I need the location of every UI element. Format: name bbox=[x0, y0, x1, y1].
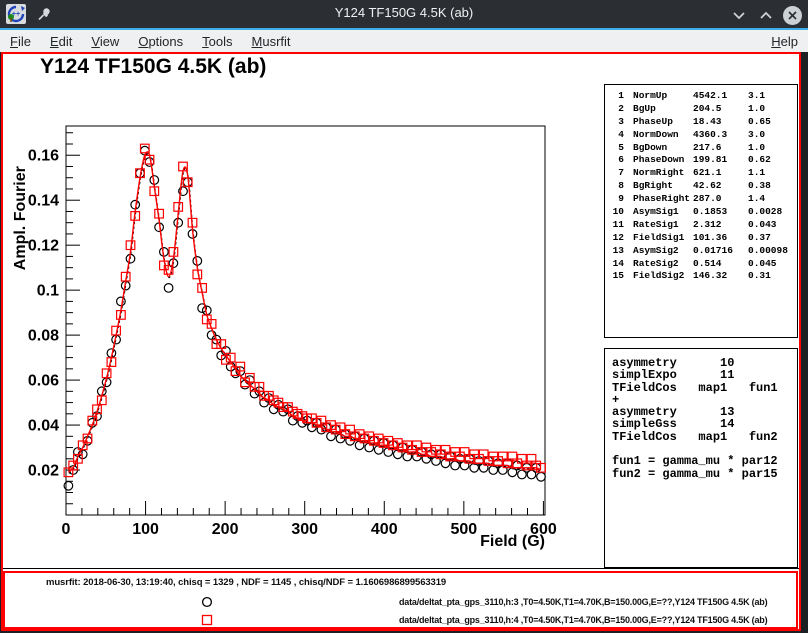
menu-item-edit[interactable]: Edit bbox=[50, 34, 72, 49]
root-canvas: 0100200300400500600Field (G)0.020.040.06… bbox=[1, 52, 801, 631]
theory-line: TFieldCos map1 fun1 bbox=[612, 382, 797, 394]
open-square-icon bbox=[200, 613, 214, 627]
param-row: 9PhaseRight287.01.4 bbox=[611, 193, 797, 206]
y-axis-title: Ampl. Fourier bbox=[12, 166, 29, 270]
app-window: ++ Y124 TF150G 4.5K (ab) bbox=[0, 0, 808, 633]
y-tick-label: 0.06 bbox=[28, 373, 59, 390]
y-tick-label: 0.08 bbox=[28, 328, 59, 345]
titlebar: ++ Y124 TF150G 4.5K (ab) bbox=[0, 0, 808, 28]
x-tick-label: 0 bbox=[62, 521, 71, 538]
theory-line: TFieldCos map1 fun2 bbox=[612, 431, 797, 443]
param-row: 15FieldSig2146.320.31 bbox=[611, 270, 797, 283]
x-axis-title: Field (G) bbox=[480, 533, 545, 550]
param-row: 7NormRight621.11.1 bbox=[611, 167, 797, 180]
param-row: 14RateSig20.5140.045 bbox=[611, 258, 797, 271]
x-tick-label: 300 bbox=[291, 521, 318, 538]
theory-line: simplExpo 11 bbox=[612, 369, 797, 381]
menu-items: File Edit View Options Tools Musrfit bbox=[10, 34, 310, 49]
param-row: 6PhaseDown199.810.62 bbox=[611, 154, 797, 167]
menu-item-file[interactable]: File bbox=[10, 34, 31, 49]
param-row: 3PhaseUp18.430.65 bbox=[611, 116, 797, 129]
maximize-button[interactable] bbox=[755, 4, 777, 26]
param-row: 1NormUp4542.13.1 bbox=[611, 90, 797, 103]
menubar: File Edit View Options Tools Musrfit Help bbox=[0, 30, 808, 52]
pad-separator bbox=[1, 568, 799, 569]
param-row: 8BgRight42.620.38 bbox=[611, 180, 797, 193]
theory-line: simpleGss 14 bbox=[612, 418, 797, 430]
x-tick-label: 200 bbox=[212, 521, 239, 538]
menu-item-tools[interactable]: Tools bbox=[202, 34, 232, 49]
close-icon bbox=[783, 6, 802, 25]
param-row: 10AsymSig10.18530.0028 bbox=[611, 206, 797, 219]
y-tick-label: 0.16 bbox=[28, 148, 59, 165]
param-row: 5BgDown217.61.0 bbox=[611, 142, 797, 155]
legend-label: data/deltat_pta_gps_3110,h:3 ,T0=4.50K,T… bbox=[399, 597, 767, 607]
fit-info-text: musrfit: 2018-06-30, 13:19:40, chisq = 1… bbox=[46, 577, 446, 588]
menu-item-musrfit[interactable]: Musrfit bbox=[252, 34, 291, 49]
info-pad: musrfit: 2018-06-30, 13:19:40, chisq = 1… bbox=[3, 571, 798, 629]
y-tick-label: 0.1 bbox=[37, 283, 59, 300]
theory-line: fun1 = gamma_mu * par12 bbox=[612, 455, 797, 467]
y-tick-label: 0.14 bbox=[28, 193, 59, 210]
series-h3-markers bbox=[64, 146, 545, 490]
param-row: 11RateSig12.3120.043 bbox=[611, 219, 797, 232]
y-tick-label: 0.04 bbox=[28, 418, 59, 435]
theory-line: fun2 = gamma_mu * par15 bbox=[612, 468, 797, 480]
y-axis: 0.02 0.04 0.06 0.08 0.1 0.12 0.14 0.16Ampl. Fou… bbox=[12, 133, 80, 504]
param-row: 4NormDown4360.33.0 bbox=[611, 129, 797, 142]
theory-box[interactable]: asymmetry 10simplExpo 11TFieldCos map1 f… bbox=[604, 348, 798, 568]
close-button[interactable] bbox=[781, 4, 803, 26]
y-tick-label: 0.02 bbox=[28, 463, 59, 480]
param-row: 13AsymSig20.017160.00098 bbox=[611, 245, 797, 258]
param-row: 12FieldSig1101.360.37 bbox=[611, 232, 797, 245]
parameter-stats-box[interactable]: 1NormUp4542.13.12BgUp204.51.03PhaseUp18.… bbox=[604, 84, 798, 338]
menu-item-view[interactable]: View bbox=[91, 34, 119, 49]
window-title: Y124 TF150G 4.5K (ab) bbox=[0, 5, 808, 20]
x-tick-label: 100 bbox=[132, 521, 159, 538]
legend-label: data/deltat_pta_gps_3110,h:4 ,T0=4.50K,T… bbox=[399, 615, 767, 625]
plot-title: Y124 TF150G 4.5K (ab) bbox=[40, 55, 266, 79]
x-tick-label: 400 bbox=[371, 521, 398, 538]
menu-item-help[interactable]: Help bbox=[771, 34, 798, 49]
x-tick-label: 500 bbox=[450, 521, 477, 538]
minimize-button[interactable] bbox=[728, 4, 750, 26]
y-tick-label: 0.12 bbox=[28, 238, 59, 255]
menu-item-options[interactable]: Options bbox=[138, 34, 183, 49]
param-row: 2BgUp204.51.0 bbox=[611, 103, 797, 116]
x-axis: 0100200300400500600Field (G) bbox=[62, 501, 557, 550]
open-circle-icon bbox=[200, 595, 214, 609]
